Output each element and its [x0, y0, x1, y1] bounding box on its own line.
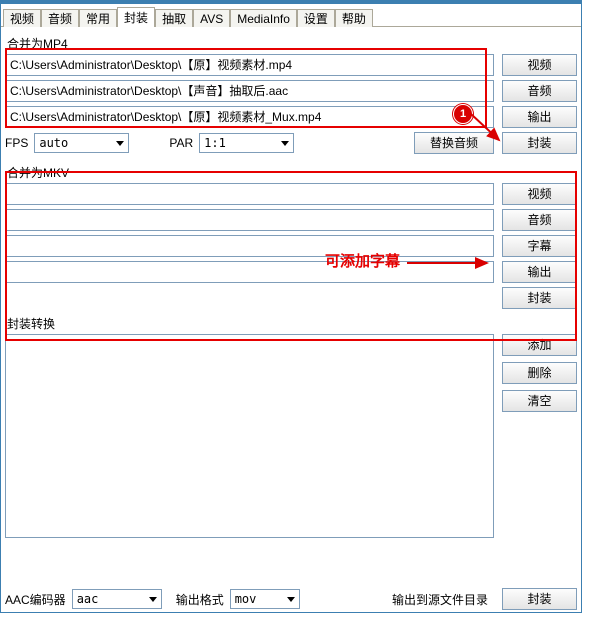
container-file-list[interactable]: [5, 334, 494, 538]
tab-audio[interactable]: 音频: [41, 9, 79, 27]
mp4-audio-input[interactable]: C:\Users\Administrator\Desktop\【声音】抽取后.a…: [5, 80, 494, 102]
chevron-down-icon: [116, 141, 124, 146]
mkv-subtitle-button[interactable]: 字幕: [502, 235, 577, 257]
tab-avs[interactable]: AVS: [193, 9, 230, 27]
replace-audio-button[interactable]: 替换音频: [414, 132, 494, 154]
fps-select[interactable]: auto: [34, 133, 129, 153]
mp4-mux-button[interactable]: 封装: [502, 132, 577, 154]
mkv-video-input[interactable]: [5, 183, 494, 205]
add-button[interactable]: 添加: [502, 334, 577, 356]
par-value: 1:1: [204, 136, 226, 150]
tab-mux[interactable]: 封装: [117, 7, 155, 27]
tab-help[interactable]: 帮助: [335, 9, 373, 27]
fps-label: FPS: [5, 136, 28, 150]
bottom-bar: AAC编码器 aac 输出格式 mov 输出到源文件目录 封装: [1, 586, 581, 612]
mkv-mux-button[interactable]: 封装: [502, 287, 577, 309]
output-to-source-dir-label: 输出到源文件目录: [392, 591, 488, 608]
bottom-mux-button[interactable]: 封装: [502, 588, 577, 610]
delete-button[interactable]: 删除: [502, 362, 577, 384]
clear-button[interactable]: 清空: [502, 390, 577, 412]
output-format-label: 输出格式: [176, 591, 224, 608]
chevron-down-icon: [149, 597, 157, 602]
output-format-select[interactable]: mov: [230, 589, 300, 609]
mp4-video-input[interactable]: C:\Users\Administrator\Desktop\【原】视频素材.m…: [5, 54, 494, 76]
mp4-section-title: 合并为MP4: [7, 35, 577, 52]
aac-encoder-value: aac: [77, 592, 99, 606]
mkv-output-input[interactable]: [5, 261, 494, 283]
mp4-video-button[interactable]: 视频: [502, 54, 577, 76]
mkv-video-button[interactable]: 视频: [502, 183, 577, 205]
fps-value: auto: [39, 136, 68, 150]
mkv-audio-input[interactable]: [5, 209, 494, 231]
chevron-down-icon: [281, 141, 289, 146]
tab-mediainfo[interactable]: MediaInfo: [230, 9, 297, 27]
output-format-value: mov: [235, 592, 257, 606]
aac-encoder-select[interactable]: aac: [72, 589, 162, 609]
mkv-output-button[interactable]: 输出: [502, 261, 577, 283]
mkv-section-title: 合并为MKV: [7, 164, 577, 181]
tab-common[interactable]: 常用: [79, 9, 117, 27]
container-section-title: 封装转换: [7, 315, 577, 332]
chevron-down-icon: [287, 597, 295, 602]
aac-encoder-label: AAC编码器: [5, 591, 66, 608]
mkv-audio-button[interactable]: 音频: [502, 209, 577, 231]
par-select[interactable]: 1:1: [199, 133, 294, 153]
mkv-subtitle-input[interactable]: [5, 235, 494, 257]
tab-extract[interactable]: 抽取: [155, 9, 193, 27]
tab-settings[interactable]: 设置: [297, 9, 335, 27]
mp4-audio-button[interactable]: 音频: [502, 80, 577, 102]
tab-video[interactable]: 视频: [3, 9, 41, 27]
par-label: PAR: [169, 136, 193, 150]
mp4-output-button[interactable]: 输出: [502, 106, 577, 128]
mp4-output-input[interactable]: C:\Users\Administrator\Desktop\【原】视频素材_M…: [5, 106, 494, 128]
tab-bar: 视频 音频 常用 封装 抽取 AVS MediaInfo 设置 帮助: [1, 4, 581, 27]
